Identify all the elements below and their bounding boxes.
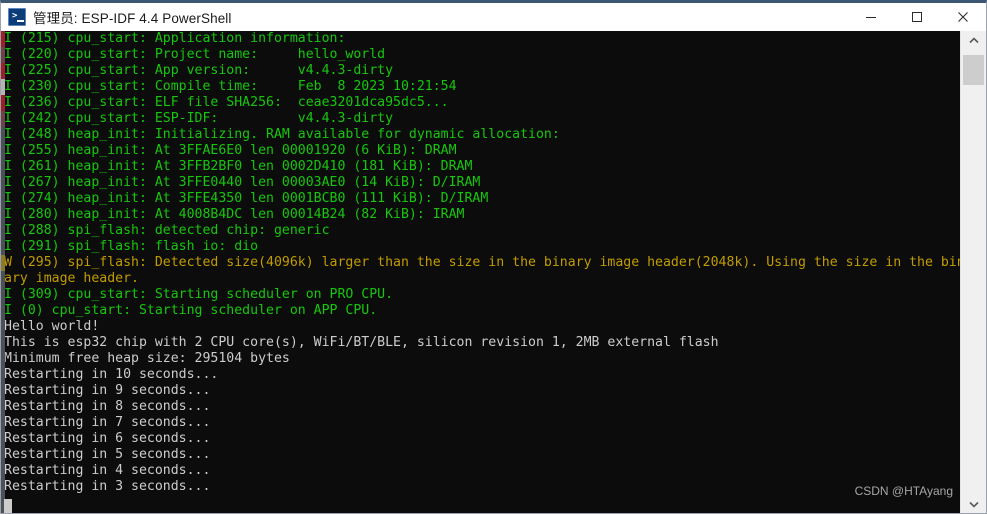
vertical-scrollbar[interactable]: [960, 31, 986, 513]
minimize-button[interactable]: [848, 3, 894, 31]
edge-marker: [1, 335, 5, 351]
edge-marker: [1, 319, 5, 335]
console-line: Hello world!: [4, 319, 100, 334]
edge-marker: [1, 47, 5, 63]
edge-marker: [1, 255, 5, 271]
scrollbar-track[interactable]: [961, 85, 986, 495]
edge-marker: [1, 415, 5, 431]
edge-marker: [1, 287, 5, 303]
edge-marker: [1, 207, 5, 223]
title-bar[interactable]: > 管理员: ESP-IDF 4.4 PowerShell: [1, 3, 986, 31]
console-line: ary image header.: [4, 271, 139, 286]
edge-marker: [1, 303, 5, 319]
console-line: I (274) heap_init: At 3FFE4350 len 0001B…: [4, 191, 489, 206]
watermark-label: CSDN @HTAyang: [854, 484, 953, 498]
console-line: Restarting in 3 seconds...: [4, 479, 211, 494]
console-line: Restarting in 7 seconds...: [4, 415, 211, 430]
scrollbar-thumb[interactable]: [963, 55, 984, 85]
console-line: I (288) spi_flash: detected chip: generi…: [4, 223, 330, 238]
edge-marker: [1, 191, 5, 207]
powershell-icon: >: [8, 8, 26, 26]
console-line: Restarting in 5 seconds...: [4, 447, 211, 462]
console-line: Restarting in 10 seconds...: [4, 367, 219, 382]
edge-marker: [1, 127, 5, 143]
console-line: I (220) cpu_start: Project name: hello_w…: [4, 47, 386, 62]
window-title: 管理员: ESP-IDF 4.4 PowerShell: [33, 11, 232, 26]
edge-marker: [1, 111, 5, 127]
console-line: I (225) cpu_start: App version: v4.4.3-d…: [4, 63, 394, 78]
edge-marker: [1, 351, 5, 367]
maximize-button[interactable]: [894, 3, 940, 31]
scroll-up-button[interactable]: [961, 31, 986, 49]
edge-marker: [1, 175, 5, 191]
edge-marker: [1, 31, 5, 47]
close-button[interactable]: [940, 3, 986, 31]
edge-marker: [1, 63, 5, 79]
console-line: Restarting in 9 seconds...: [4, 383, 211, 398]
window-controls: [848, 3, 986, 31]
console-line: I (291) spi_flash: flash io: dio: [4, 239, 259, 254]
console-line: Minimum free heap size: 295104 bytes: [4, 351, 290, 366]
console-line: I (242) cpu_start: ESP-IDF: v4.4.3-dirty: [4, 111, 394, 126]
console-line: Restarting in 8 seconds...: [4, 399, 211, 414]
edge-marker: [1, 79, 5, 95]
left-edge-markers: [1, 31, 5, 513]
edge-marker: [1, 447, 5, 463]
edge-marker: [1, 271, 5, 287]
console-line: I (255) heap_init: At 3FFAE6E0 len 00001…: [4, 143, 457, 158]
text-cursor: [4, 499, 12, 513]
prompt-underscore-icon: [17, 20, 24, 22]
edge-marker: [1, 159, 5, 175]
console-line: Restarting in 6 seconds...: [4, 431, 211, 446]
console-line: W (295) spi_flash: Detected size(4096k) …: [4, 255, 960, 270]
console-line: This is esp32 chip with 2 CPU core(s), W…: [4, 335, 719, 350]
edge-marker: [1, 223, 5, 239]
console-line: I (215) cpu_start: Application informati…: [4, 31, 346, 46]
edge-marker: [1, 143, 5, 159]
edge-marker: [1, 383, 5, 399]
powershell-window: > 管理员: ESP-IDF 4.4 PowerShell I (215) cp…: [0, 0, 987, 514]
edge-marker: [1, 239, 5, 255]
edge-marker: [1, 95, 5, 111]
edge-marker: [1, 479, 5, 495]
console-line: I (261) heap_init: At 3FFB2BF0 len 0002D…: [4, 159, 473, 174]
console-line: I (280) heap_init: At 4008B4DC len 00014…: [4, 207, 465, 222]
console-line: I (267) heap_init: At 3FFE0440 len 00003…: [4, 175, 481, 190]
edge-marker: [1, 463, 5, 479]
console-line: I (309) cpu_start: Starting scheduler on…: [4, 287, 394, 302]
edge-marker: [1, 431, 5, 447]
edge-marker: [1, 399, 5, 415]
console-line: I (230) cpu_start: Compile time: Feb 8 2…: [4, 79, 457, 94]
console-line: I (0) cpu_start: Starting scheduler on A…: [4, 303, 378, 318]
scroll-down-button[interactable]: [961, 495, 986, 513]
edge-marker: [1, 367, 5, 383]
console-line: Restarting in 4 seconds...: [4, 463, 211, 478]
console-output-area[interactable]: I (215) cpu_start: Application informati…: [1, 31, 986, 513]
terminal-text: I (215) cpu_start: Application informati…: [4, 31, 960, 513]
console-line: I (248) heap_init: Initializing. RAM ava…: [4, 127, 560, 142]
console-line: I (236) cpu_start: ELF file SHA256: ceae…: [4, 95, 449, 110]
